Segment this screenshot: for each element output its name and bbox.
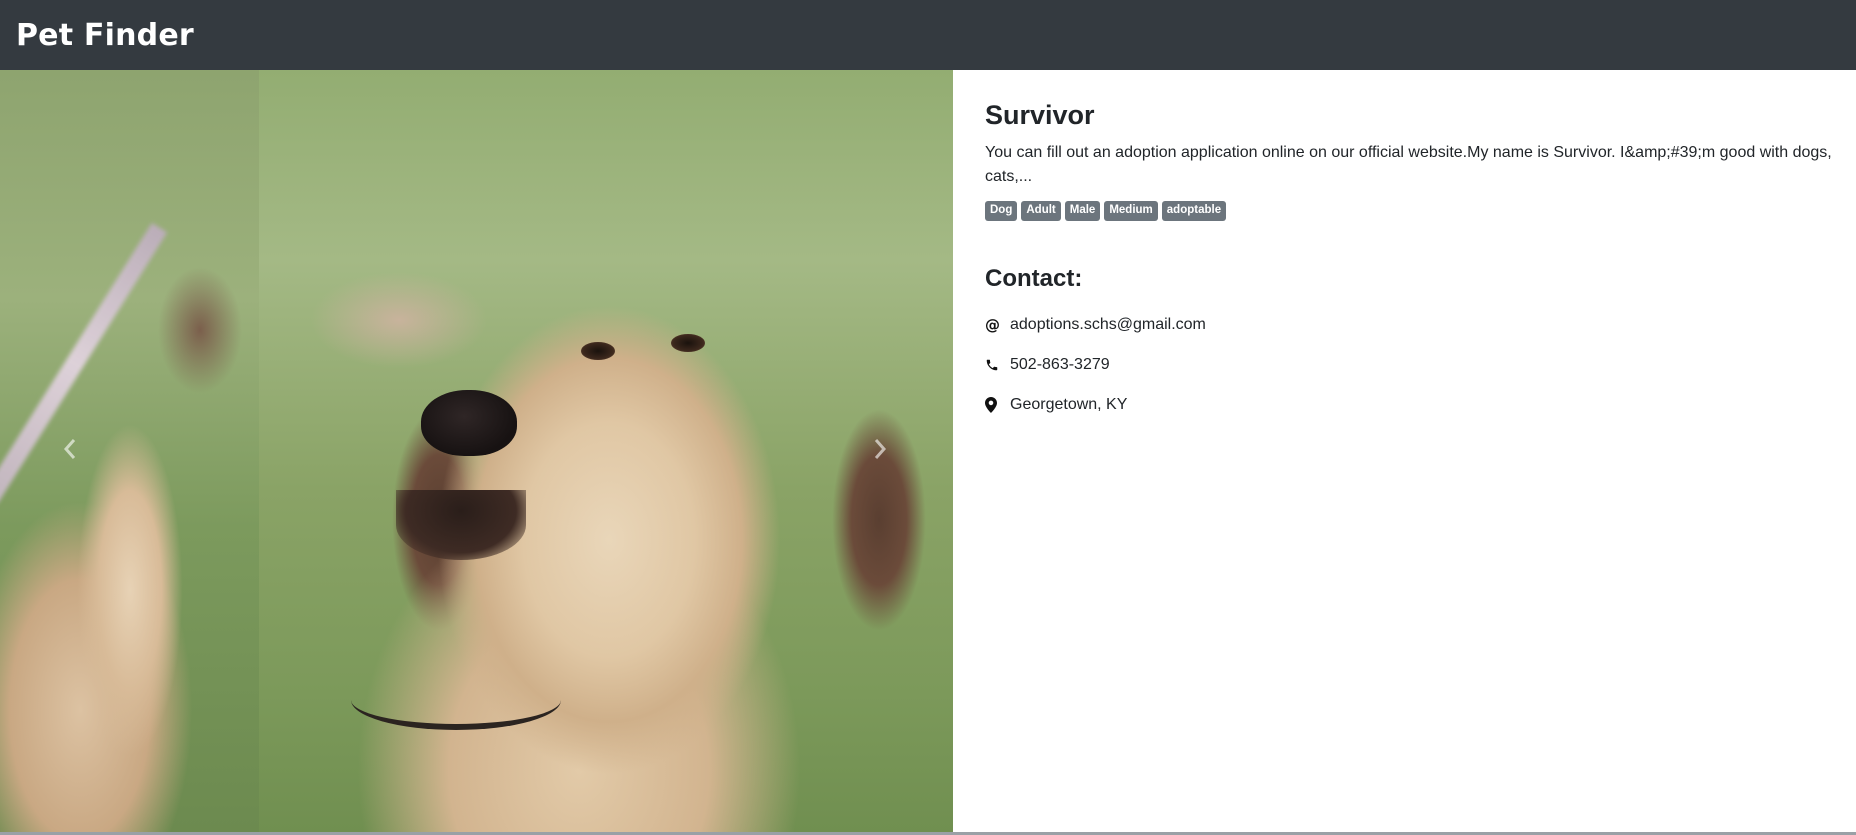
chevron-right-icon bbox=[871, 434, 889, 469]
badge-age: Adult bbox=[1021, 201, 1061, 221]
contact-location: Georgetown, KY bbox=[1010, 396, 1128, 413]
chevron-left-icon bbox=[61, 434, 79, 469]
badge-species: Dog bbox=[985, 201, 1018, 221]
contact-title: Contact: bbox=[985, 265, 1083, 292]
contact-email[interactable]: adoptions.schs@gmail.com bbox=[1010, 316, 1206, 334]
phone-icon bbox=[985, 358, 1010, 372]
badge-status: adoptable bbox=[1161, 201, 1227, 221]
pet-description: You can fill out an adoption application… bbox=[985, 144, 1832, 185]
pet-details: Survivor You can fill out an adoption ap… bbox=[985, 100, 1835, 425]
dog-right-eye bbox=[671, 334, 705, 352]
brand-title[interactable]: Pet Finder bbox=[16, 18, 194, 53]
dog-left-eye bbox=[581, 342, 615, 360]
badge-gender: Male bbox=[1064, 201, 1101, 221]
photo-carousel bbox=[0, 70, 953, 833]
dog-nose bbox=[421, 390, 517, 456]
carousel-prev-button[interactable] bbox=[10, 70, 130, 833]
dog-mouth bbox=[396, 490, 526, 560]
dog-collar bbox=[351, 670, 561, 730]
pet-badges: Dog Adult Male Medium adoptable bbox=[985, 201, 1835, 221]
contact-location-row: Georgetown, KY bbox=[985, 385, 1835, 425]
at-icon: @ bbox=[985, 317, 1010, 333]
pet-name: Survivor bbox=[985, 100, 1095, 130]
contact-phone-row: 502-863-3279 bbox=[985, 345, 1835, 385]
carousel-next-button[interactable] bbox=[820, 70, 940, 833]
map-pin-icon bbox=[985, 397, 1010, 413]
badge-size: Medium bbox=[1104, 201, 1158, 221]
contact-email-row: @ adoptions.schs@gmail.com bbox=[985, 305, 1835, 345]
contact-list: @ adoptions.schs@gmail.com 502-863-3279 … bbox=[985, 305, 1835, 425]
contact-phone[interactable]: 502-863-3279 bbox=[1010, 356, 1110, 374]
navbar: Pet Finder bbox=[0, 0, 1856, 70]
svg-text:@: @ bbox=[985, 317, 1000, 333]
